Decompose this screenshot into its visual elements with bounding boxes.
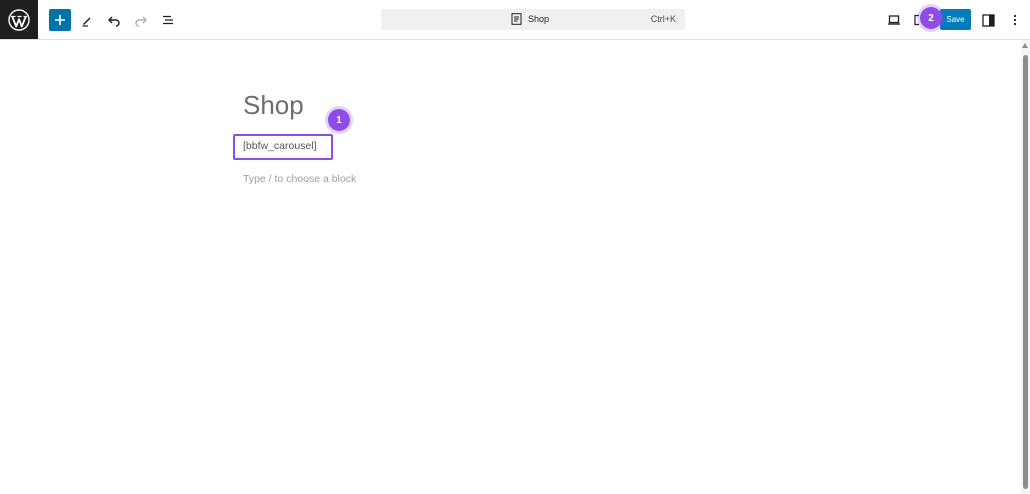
list-view-icon bbox=[163, 15, 173, 25]
wordpress-logo-icon[interactable] bbox=[0, 0, 38, 39]
command-bar-shortcut: Ctrl+K bbox=[650, 14, 676, 24]
document-overview-button[interactable] bbox=[157, 9, 179, 31]
tools-button[interactable] bbox=[76, 9, 98, 31]
page-icon bbox=[511, 13, 522, 25]
command-bar-title: Shop bbox=[528, 14, 550, 24]
vertical-dots-icon bbox=[1013, 14, 1017, 26]
step-1-badge: 1 bbox=[328, 109, 350, 131]
block-placeholder[interactable]: Type / to choose a block bbox=[243, 173, 356, 185]
editor-toolbar: Shop Ctrl+K Save 2 bbox=[0, 0, 1030, 40]
plus-icon bbox=[55, 15, 65, 25]
add-block-button[interactable] bbox=[49, 9, 71, 31]
undo-button[interactable] bbox=[103, 9, 125, 31]
editor-canvas[interactable]: Shop [bbfw_carousel] Type / to choose a … bbox=[0, 40, 1021, 494]
pencil-icon bbox=[82, 17, 91, 27]
step-2-badge: 2 bbox=[920, 7, 942, 29]
redo-button[interactable] bbox=[130, 9, 152, 31]
laptop-icon bbox=[888, 15, 900, 25]
redo-icon bbox=[135, 16, 147, 27]
page-title[interactable]: Shop bbox=[243, 90, 304, 121]
shortcode-block[interactable]: [bbfw_carousel] bbox=[243, 140, 317, 152]
device-preview-button[interactable] bbox=[883, 9, 905, 31]
command-bar[interactable]: Shop Ctrl+K bbox=[381, 9, 685, 30]
settings-sidebar-button[interactable] bbox=[977, 9, 999, 31]
scroll-up-arrow-icon[interactable] bbox=[1022, 43, 1028, 48]
options-button[interactable] bbox=[1004, 9, 1026, 31]
sidebar-toggle-icon bbox=[981, 13, 995, 27]
save-button[interactable]: Save bbox=[940, 9, 971, 30]
scrollbar-thumb[interactable] bbox=[1023, 55, 1028, 489]
undo-icon bbox=[108, 16, 120, 27]
